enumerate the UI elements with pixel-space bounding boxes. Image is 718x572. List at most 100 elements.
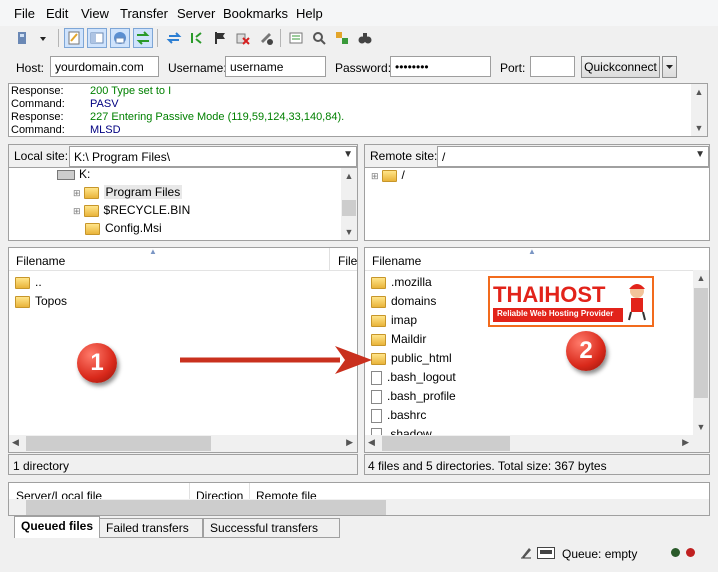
password-label: Password: bbox=[335, 61, 392, 75]
remote-vscrollbar[interactable]: ▲ ▼ bbox=[693, 270, 709, 435]
logo-tagline: Reliable Web Hosting Provider bbox=[497, 309, 614, 318]
toolbar-separator bbox=[58, 29, 59, 47]
menu-edit[interactable]: Edit bbox=[46, 6, 68, 21]
chevron-up-icon[interactable]: ▲ bbox=[693, 270, 709, 286]
receive-led-icon bbox=[671, 548, 680, 557]
host-input[interactable]: yourdomain.com bbox=[50, 56, 159, 77]
password-input[interactable]: •••••••• bbox=[390, 56, 491, 77]
list-item[interactable]: .. bbox=[15, 273, 42, 292]
site-manager-icon[interactable] bbox=[14, 28, 34, 48]
username-input[interactable]: username bbox=[225, 56, 326, 77]
binary-mode-icon bbox=[537, 547, 555, 559]
chevron-right-icon[interactable]: ▶ bbox=[346, 437, 353, 448]
list-item[interactable]: .mozilla bbox=[371, 273, 432, 292]
local-path-combo[interactable]: K:\ Program Files\ ▼ bbox=[69, 146, 357, 167]
process-queue-icon[interactable] bbox=[187, 28, 207, 48]
list-item[interactable]: .bash_logout bbox=[371, 368, 456, 387]
cancel-icon[interactable] bbox=[233, 28, 253, 48]
menu-view[interactable]: View bbox=[81, 6, 109, 21]
log-scrollbar[interactable]: ▲ ▼ bbox=[691, 84, 707, 136]
pen-icon bbox=[519, 545, 533, 559]
chevron-down-icon[interactable]: ▼ bbox=[341, 224, 357, 240]
chevron-down-icon[interactable]: ▼ bbox=[695, 149, 705, 160]
menu-help[interactable]: Help bbox=[296, 6, 323, 21]
chevron-up-icon[interactable]: ▲ bbox=[691, 84, 707, 100]
tab-successful-transfers[interactable]: Successful transfers bbox=[203, 518, 340, 538]
column-filesize[interactable]: File bbox=[338, 254, 357, 268]
menu-server[interactable]: Server bbox=[177, 6, 215, 21]
scroll-thumb[interactable] bbox=[26, 436, 211, 451]
toggle-queue-icon[interactable] bbox=[133, 28, 153, 48]
folder-icon bbox=[15, 295, 30, 308]
chevron-left-icon[interactable]: ◀ bbox=[12, 437, 19, 448]
menu-file[interactable]: File bbox=[14, 6, 35, 21]
expand-icon[interactable]: ⊞ bbox=[73, 188, 81, 198]
folder-icon bbox=[381, 169, 397, 182]
remote-path-combo[interactable]: / ▼ bbox=[437, 146, 709, 167]
menu-bookmarks[interactable]: Bookmarks bbox=[223, 6, 288, 21]
toolbar-separator bbox=[157, 29, 158, 47]
column-filename[interactable]: Filename bbox=[16, 254, 65, 268]
chevron-up-icon[interactable]: ▲ bbox=[341, 168, 357, 184]
local-path-value: K:\ Program Files\ bbox=[74, 150, 171, 164]
compare-icon[interactable] bbox=[309, 28, 329, 48]
sort-icon: ▲ bbox=[149, 247, 157, 256]
column-filename[interactable]: Filename bbox=[372, 254, 421, 268]
queue-status-text: Queue: empty bbox=[562, 547, 638, 561]
remote-hscrollbar[interactable]: ◀ ▶ bbox=[365, 435, 709, 452]
tree-item-root[interactable]: ⊞ / bbox=[371, 168, 405, 185]
list-item[interactable]: public_html bbox=[371, 349, 452, 368]
chevron-down-icon[interactable]: ▼ bbox=[343, 149, 353, 160]
toggle-log-icon[interactable] bbox=[64, 28, 84, 48]
chevron-down-icon[interactable]: ▼ bbox=[691, 120, 707, 136]
list-item[interactable]: domains bbox=[371, 292, 436, 311]
local-column-header: Filename ▲ File bbox=[9, 248, 357, 271]
remote-column-header: Filename ▲ bbox=[365, 248, 709, 271]
local-site-label: Local site: bbox=[14, 149, 69, 163]
local-tree-scrollbar[interactable]: ▲ ▼ bbox=[341, 168, 357, 240]
scroll-thumb[interactable] bbox=[694, 288, 708, 398]
queue-hscrollbar[interactable] bbox=[9, 499, 709, 515]
menu-bar: File Edit View Transfer Server Bookmarks… bbox=[0, 0, 718, 26]
list-item[interactable]: .bash_profile bbox=[371, 387, 456, 406]
menu-transfer[interactable]: Transfer bbox=[120, 6, 168, 21]
expand-icon[interactable]: ⊞ bbox=[73, 206, 81, 216]
toggle-local-tree-icon[interactable] bbox=[87, 28, 107, 48]
tab-failed-transfers[interactable]: Failed transfers bbox=[99, 518, 203, 538]
tree-item-drive[interactable]: K: bbox=[57, 168, 90, 184]
list-item[interactable]: imap bbox=[371, 311, 417, 330]
toggle-remote-tree-icon[interactable] bbox=[110, 28, 130, 48]
tree-item[interactable]: ⊞ Program Files bbox=[73, 183, 183, 202]
sync-browse-icon[interactable] bbox=[332, 28, 352, 48]
disconnect-icon[interactable] bbox=[256, 28, 276, 48]
expand-icon[interactable]: ⊞ bbox=[371, 171, 379, 181]
chevron-down-icon[interactable] bbox=[36, 28, 50, 48]
scroll-thumb[interactable] bbox=[382, 436, 510, 451]
chevron-right-icon[interactable]: ▶ bbox=[682, 437, 689, 448]
quickconnect-dropdown[interactable] bbox=[662, 56, 677, 78]
sort-icon: ▲ bbox=[528, 247, 536, 256]
folder-icon bbox=[371, 276, 386, 289]
list-item[interactable]: .bashrc bbox=[371, 406, 426, 425]
flag-icon[interactable] bbox=[210, 28, 230, 48]
refresh-icon[interactable] bbox=[164, 28, 184, 48]
remote-tree: ⊞ / bbox=[364, 167, 710, 241]
remote-site-bar: Remote site: / ▼ bbox=[364, 144, 710, 168]
list-item[interactable]: Topos bbox=[15, 292, 67, 311]
tree-item[interactable]: Config.Msi bbox=[73, 219, 162, 238]
filter-icon[interactable] bbox=[286, 28, 306, 48]
port-input[interactable] bbox=[530, 56, 575, 77]
toolbar-separator bbox=[280, 29, 281, 47]
local-hscrollbar[interactable]: ◀ ▶ bbox=[9, 435, 357, 452]
host-label: Host: bbox=[16, 61, 45, 75]
tree-item[interactable]: ⊞ $RECYCLE.BIN bbox=[73, 201, 190, 220]
scroll-thumb[interactable] bbox=[26, 500, 386, 515]
quickconnect-button[interactable]: Quickconnect bbox=[581, 56, 660, 78]
folder-icon bbox=[85, 222, 100, 235]
tab-queued-files[interactable]: Queued files bbox=[14, 516, 101, 538]
chevron-left-icon[interactable]: ◀ bbox=[368, 437, 375, 448]
binoculars-icon[interactable] bbox=[355, 28, 375, 48]
annotation-badge-1: 1 bbox=[77, 343, 117, 383]
chevron-down-icon[interactable]: ▼ bbox=[693, 419, 709, 435]
scroll-thumb[interactable] bbox=[342, 200, 356, 216]
